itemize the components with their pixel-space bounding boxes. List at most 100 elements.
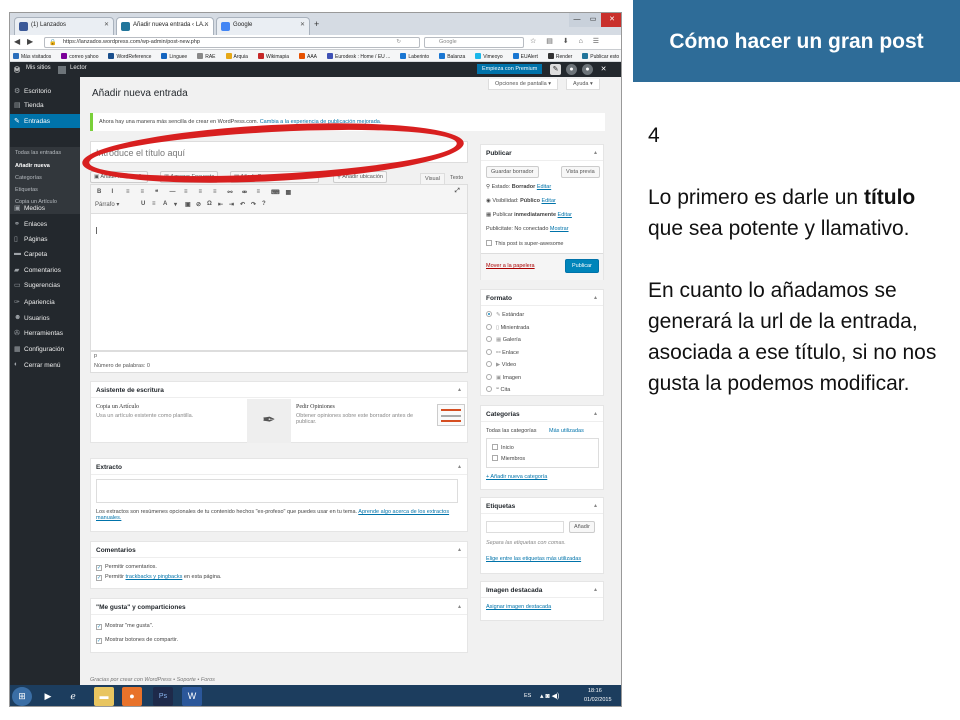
toolbar-button[interactable]: ≡ [213, 189, 217, 195]
toolbar-button[interactable]: Ω [207, 201, 212, 207]
bookmark-item[interactable]: Laberinto [400, 53, 434, 60]
bookmark-item[interactable]: Publicar esto [582, 53, 621, 60]
sidebar-item[interactable]: ▯ Páginas [10, 232, 80, 246]
fullscreen-icon[interactable]: ⤢ [455, 188, 460, 195]
sidebar-item[interactable]: ▦ Configuración [10, 342, 80, 356]
box-header[interactable]: "Me gusta" y comparticiones ▴ [91, 599, 467, 615]
write-icon[interactable]: ✎ [550, 64, 561, 75]
tab-visual[interactable]: Visual [420, 173, 445, 184]
toolbar-button[interactable]: I [112, 189, 114, 195]
bookmark-item[interactable]: correo yahoo [61, 53, 103, 60]
sidebar-submenu-item[interactable]: Todas las entradas [10, 150, 80, 156]
toolbar-button[interactable]: ⚮ [242, 189, 247, 196]
minimize-icon[interactable]: — [569, 13, 585, 27]
tab-all-categories[interactable]: Todas las categorías [486, 428, 536, 434]
super-awesome-row[interactable]: This post is super-awesome [486, 240, 563, 247]
back-icon[interactable]: ◀ [14, 37, 20, 46]
collapse-arrow-icon[interactable]: ▴ [594, 586, 597, 593]
collapse-arrow-icon[interactable]: ▴ [594, 502, 597, 509]
collapse-arrow-icon[interactable]: ▴ [458, 603, 461, 610]
collapse-arrow-icon[interactable]: ▴ [594, 294, 597, 301]
toolbar-button[interactable]: B [97, 189, 101, 195]
radio-button[interactable] [486, 361, 492, 367]
bookmark-item[interactable]: WordReference [108, 53, 156, 60]
toolbar-button[interactable]: ≡ [141, 189, 145, 195]
checkbox[interactable]: ✓ [96, 638, 102, 644]
bookmark-item[interactable]: Más visitados [13, 53, 56, 60]
tab-text[interactable]: Texto [446, 173, 467, 184]
sidebar-item[interactable]: ▭ Sugerencias [10, 278, 80, 292]
collapse-arrow-icon[interactable]: ▴ [458, 546, 461, 553]
checkbox[interactable] [486, 240, 492, 246]
bookmark-item[interactable]: Vimeoyo [475, 53, 507, 60]
allow-trackbacks-row[interactable]: ✓ Permitir trackbacks y pingbacks en esta… [96, 574, 222, 581]
language-indicator[interactable]: ES [524, 693, 531, 699]
toolbar-button[interactable]: — [170, 189, 176, 195]
bookmark-item[interactable]: RAE [197, 53, 220, 60]
bookmark-item[interactable]: Render [547, 53, 577, 60]
toolbar-button[interactable]: ≡ [257, 189, 261, 195]
format-option[interactable]: ▶ Vídeo [486, 361, 516, 368]
toolbar-button[interactable]: ↷ [251, 201, 256, 208]
tab-most-used[interactable]: Más utilizadas [549, 428, 584, 434]
copy-post-title[interactable]: Copia un Artículo [96, 404, 139, 410]
search-input[interactable]: Google [424, 37, 524, 48]
tab-lanzados[interactable]: (1) Lanzados ✕ [14, 17, 114, 35]
box-header[interactable]: Etiquetas ▴ [481, 498, 603, 514]
sidebar-submenu-item[interactable]: Copia un Artículo [10, 199, 80, 205]
toolbar-button[interactable]: ▦ [286, 189, 292, 196]
sidebar-item[interactable]: ▰ Comentarios [10, 263, 80, 277]
word-icon[interactable]: W [182, 687, 202, 706]
publish-button[interactable]: Publicar [565, 259, 599, 273]
choose-tags-link[interactable]: Elige entre las etiquetas más utilizadas [486, 556, 581, 562]
preview-button[interactable]: Vista previa [561, 166, 600, 178]
sidebar-item[interactable]: ▬ Carpeta [10, 247, 80, 261]
toolbar-button[interactable]: ≡ [126, 189, 130, 195]
format-option[interactable]: ⚯ Enlace [486, 348, 519, 356]
box-header[interactable]: Categorías ▴ [481, 406, 603, 422]
notifications-icon[interactable]: ● [582, 64, 593, 75]
toolbar-button[interactable]: ≡ [152, 201, 156, 207]
checkbox[interactable] [492, 455, 498, 461]
close-icon[interactable]: ✕ [104, 21, 109, 28]
category-item[interactable]: Miembros [492, 455, 525, 462]
set-featured-image-link[interactable]: Asignar imagen destacada [486, 604, 551, 610]
trash-link[interactable]: Mover a la papelera [486, 263, 535, 269]
avatar[interactable]: ● [566, 64, 577, 75]
toolbar-button[interactable]: ⌨ [271, 189, 280, 196]
sidebar-item[interactable]: ✎ Entradas [10, 114, 80, 128]
edit-visibility-link[interactable]: Editar [541, 198, 555, 204]
toolbar-button[interactable]: ▣ [185, 201, 191, 208]
allow-comments-row[interactable]: ✓ Permitir comentarios. [96, 564, 157, 571]
sidebar-item[interactable]: ▤ Tienda [10, 98, 80, 112]
maximize-icon[interactable]: ▭ [585, 13, 601, 27]
post-title-input[interactable]: Introduce el título aquí [90, 141, 468, 163]
add-poll-button[interactable]: ▥ Agregar Encuesta [160, 171, 219, 183]
bookmark-item[interactable]: Arquia [225, 53, 253, 60]
show-likes-row[interactable]: ✓ Mostrar "me gusta". [96, 623, 153, 630]
notice-link[interactable]: Cambia a la experiencia de publicación m… [260, 119, 382, 125]
edit-schedule-link[interactable]: Editar [558, 212, 572, 218]
photoshop-icon[interactable]: Ps [153, 687, 173, 706]
bookmark-item[interactable]: Wikimapia [257, 53, 294, 60]
add-media-button[interactable]: ▣ Añadir multimedia [90, 171, 149, 183]
bookmark-item[interactable]: Linguee [161, 53, 192, 60]
toolbar-button[interactable]: ↶ [240, 201, 245, 208]
toolbar-button[interactable]: ⊘ [196, 201, 201, 208]
new-tab-icon[interactable]: + [314, 19, 319, 29]
close-icon[interactable]: ✕ [598, 64, 609, 75]
box-header[interactable]: Extracto ▴ [91, 459, 467, 475]
ie-icon[interactable]: ℯ [63, 687, 83, 706]
toolbar-button[interactable]: ≡ [184, 189, 188, 195]
add-tag-button[interactable]: Añadir [569, 521, 595, 533]
radio-button[interactable] [486, 373, 492, 380]
toolbar-button[interactable]: ▾ [174, 201, 177, 208]
box-header[interactable]: Publicar ▴ [481, 145, 603, 161]
box-header[interactable]: Imagen destacada ▴ [481, 582, 603, 598]
firefox-icon[interactable]: ● [122, 687, 142, 706]
screen-options-button[interactable]: Opciones de pantalla ▾ [488, 79, 558, 90]
radio-button[interactable] [486, 323, 492, 330]
collapse-arrow-icon[interactable]: ▴ [458, 386, 461, 393]
toolbar-button[interactable]: ≡ [199, 189, 203, 195]
box-header[interactable]: Comentarios ▴ [91, 542, 467, 558]
